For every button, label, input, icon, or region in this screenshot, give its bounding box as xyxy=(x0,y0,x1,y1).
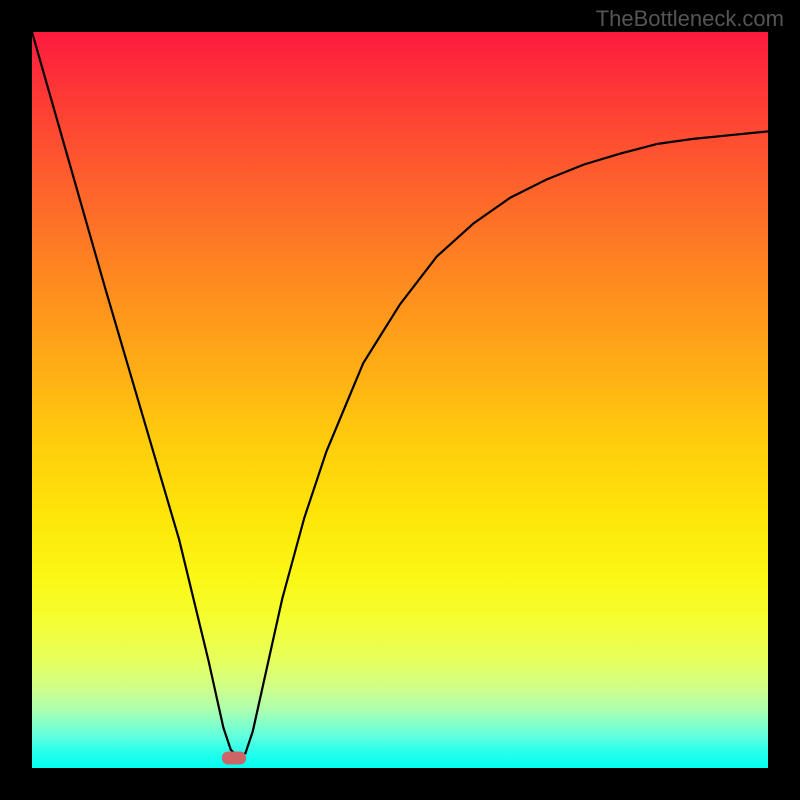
bottleneck-curve-line xyxy=(32,32,768,757)
chart-curve-svg xyxy=(32,32,768,768)
watermark-text: TheBottleneck.com xyxy=(596,6,784,32)
chart-min-marker xyxy=(222,752,246,765)
chart-plot-area xyxy=(32,32,768,768)
